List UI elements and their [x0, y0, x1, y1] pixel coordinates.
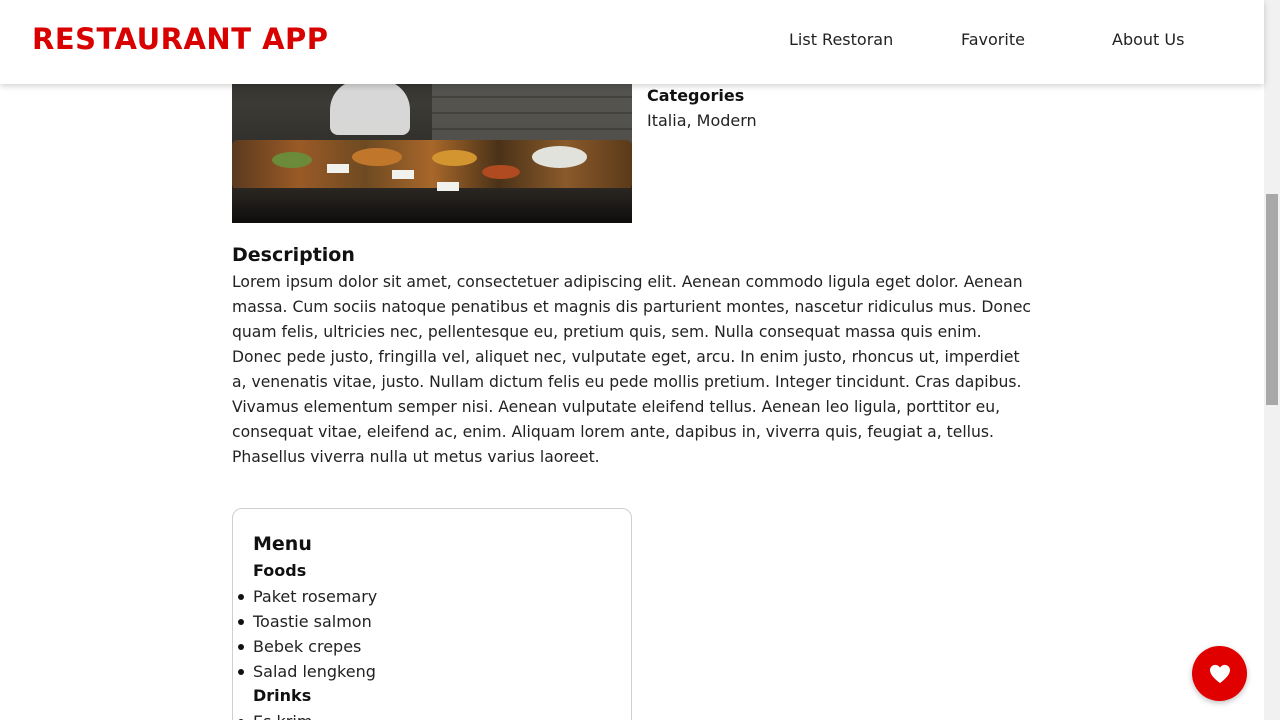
- description-text: Lorem ipsum dolor sit amet, consectetuer…: [232, 273, 1031, 466]
- app-header: RESTAURANT APP List Restoran Favorite Ab…: [0, 0, 1264, 84]
- food-dish: [482, 165, 520, 179]
- heart-icon: [1209, 664, 1230, 683]
- menu-item: Paket rosemary: [237, 584, 377, 609]
- description-title: Description: [232, 244, 355, 266]
- page: Categories Italia, Modern Description Lo…: [0, 0, 1280, 720]
- menu-title: Menu: [253, 533, 312, 555]
- price-tag: [327, 164, 349, 173]
- favorite-button[interactable]: [1192, 646, 1247, 701]
- categories-value: Italia, Modern: [647, 111, 757, 130]
- price-tag: [392, 170, 414, 179]
- foods-label: Foods: [253, 561, 307, 580]
- drinks-list: Es krim: [237, 709, 312, 720]
- menu-item: Bebek crepes: [237, 634, 377, 659]
- scrollbar-thumb[interactable]: [1266, 194, 1278, 405]
- menu-item: Salad lengkeng: [237, 659, 377, 684]
- menu-item: Toastie salmon: [237, 609, 377, 634]
- foods-list: Paket rosemary Toastie salmon Bebek crep…: [237, 584, 377, 684]
- vertical-scrollbar[interactable]: [1264, 0, 1280, 720]
- food-dish: [432, 150, 477, 166]
- main-content: Categories Italia, Modern Description Lo…: [0, 0, 1264, 720]
- menu-item: Es krim: [237, 709, 312, 720]
- menu-card: Menu Foods Paket rosemary Toastie salmon…: [232, 508, 632, 720]
- food-dish: [272, 152, 312, 168]
- chef-figure: [330, 80, 410, 135]
- categories-label: Categories: [647, 86, 745, 105]
- drinks-label: Drinks: [253, 686, 312, 705]
- counter-front: [232, 188, 632, 223]
- price-tag: [437, 182, 459, 191]
- food-dish: [352, 148, 402, 166]
- app-brand[interactable]: RESTAURANT APP: [32, 22, 329, 56]
- nav-favorite[interactable]: Favorite: [961, 30, 1025, 49]
- nav-about-us[interactable]: About Us: [1112, 30, 1184, 49]
- food-dish: [532, 146, 587, 168]
- nav-list-restoran[interactable]: List Restoran: [789, 30, 893, 49]
